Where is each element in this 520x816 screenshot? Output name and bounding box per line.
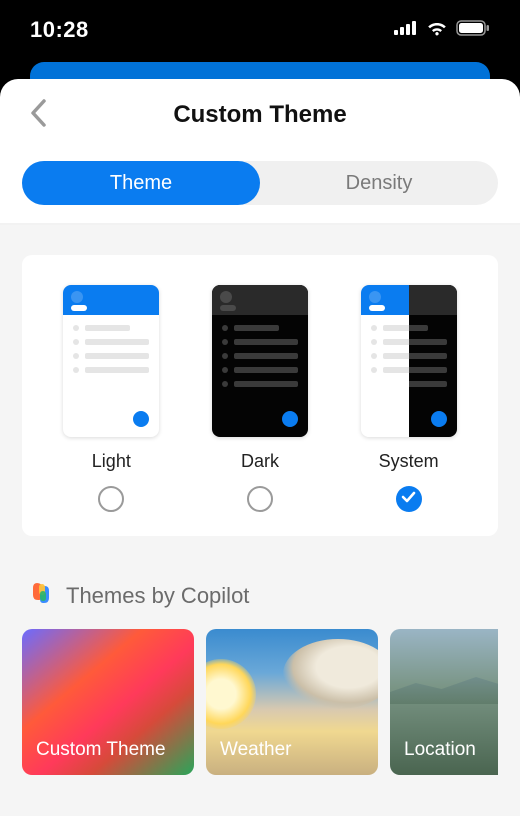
copilot-card-custom-theme[interactable]: Custom Theme [22,629,194,775]
wifi-icon [426,20,448,41]
custom-theme-sheet: Custom Theme Theme Density [0,79,520,816]
theme-label-system: System [379,451,439,472]
theme-preview-dark [212,285,308,437]
theme-label-light: Light [92,451,131,472]
content-area: Light Dark [0,225,520,816]
theme-radio-system[interactable] [396,486,422,512]
copilot-section-title: Themes by Copilot [66,583,249,609]
copilot-card-label: Custom Theme [36,739,166,761]
theme-label-dark: Dark [241,451,279,472]
cellular-icon [394,21,418,40]
copilot-card-weather[interactable]: Weather [206,629,378,775]
copilot-card-row[interactable]: Custom Theme Weather Location [22,629,498,775]
copilot-section-header: Themes by Copilot [22,580,498,611]
theme-preview-light [63,285,159,437]
copilot-card-location[interactable]: Location [390,629,498,775]
status-bar: 10:28 [0,0,520,70]
copilot-card-label: Weather [220,739,291,761]
back-button[interactable] [20,97,56,133]
theme-preview-system [361,285,457,437]
status-icons [394,20,490,41]
sheet-header: Custom Theme [0,79,520,151]
theme-picker-card: Light Dark [22,255,498,536]
theme-option-system[interactable]: System [361,285,457,512]
theme-option-light[interactable]: Light [63,285,159,512]
status-time: 10:28 [30,17,89,43]
copilot-icon [28,580,54,611]
chevron-left-icon [29,98,47,133]
tab-theme[interactable]: Theme [22,161,260,205]
segmented-control: Theme Density [0,151,520,223]
copilot-card-label: Location [404,739,476,761]
checkmark-icon [401,490,416,508]
battery-icon [456,20,490,41]
theme-radio-light[interactable] [98,486,124,512]
tab-density[interactable]: Density [260,161,498,205]
theme-option-dark[interactable]: Dark [212,285,308,512]
page-title: Custom Theme [0,101,520,129]
theme-radio-dark[interactable] [247,486,273,512]
